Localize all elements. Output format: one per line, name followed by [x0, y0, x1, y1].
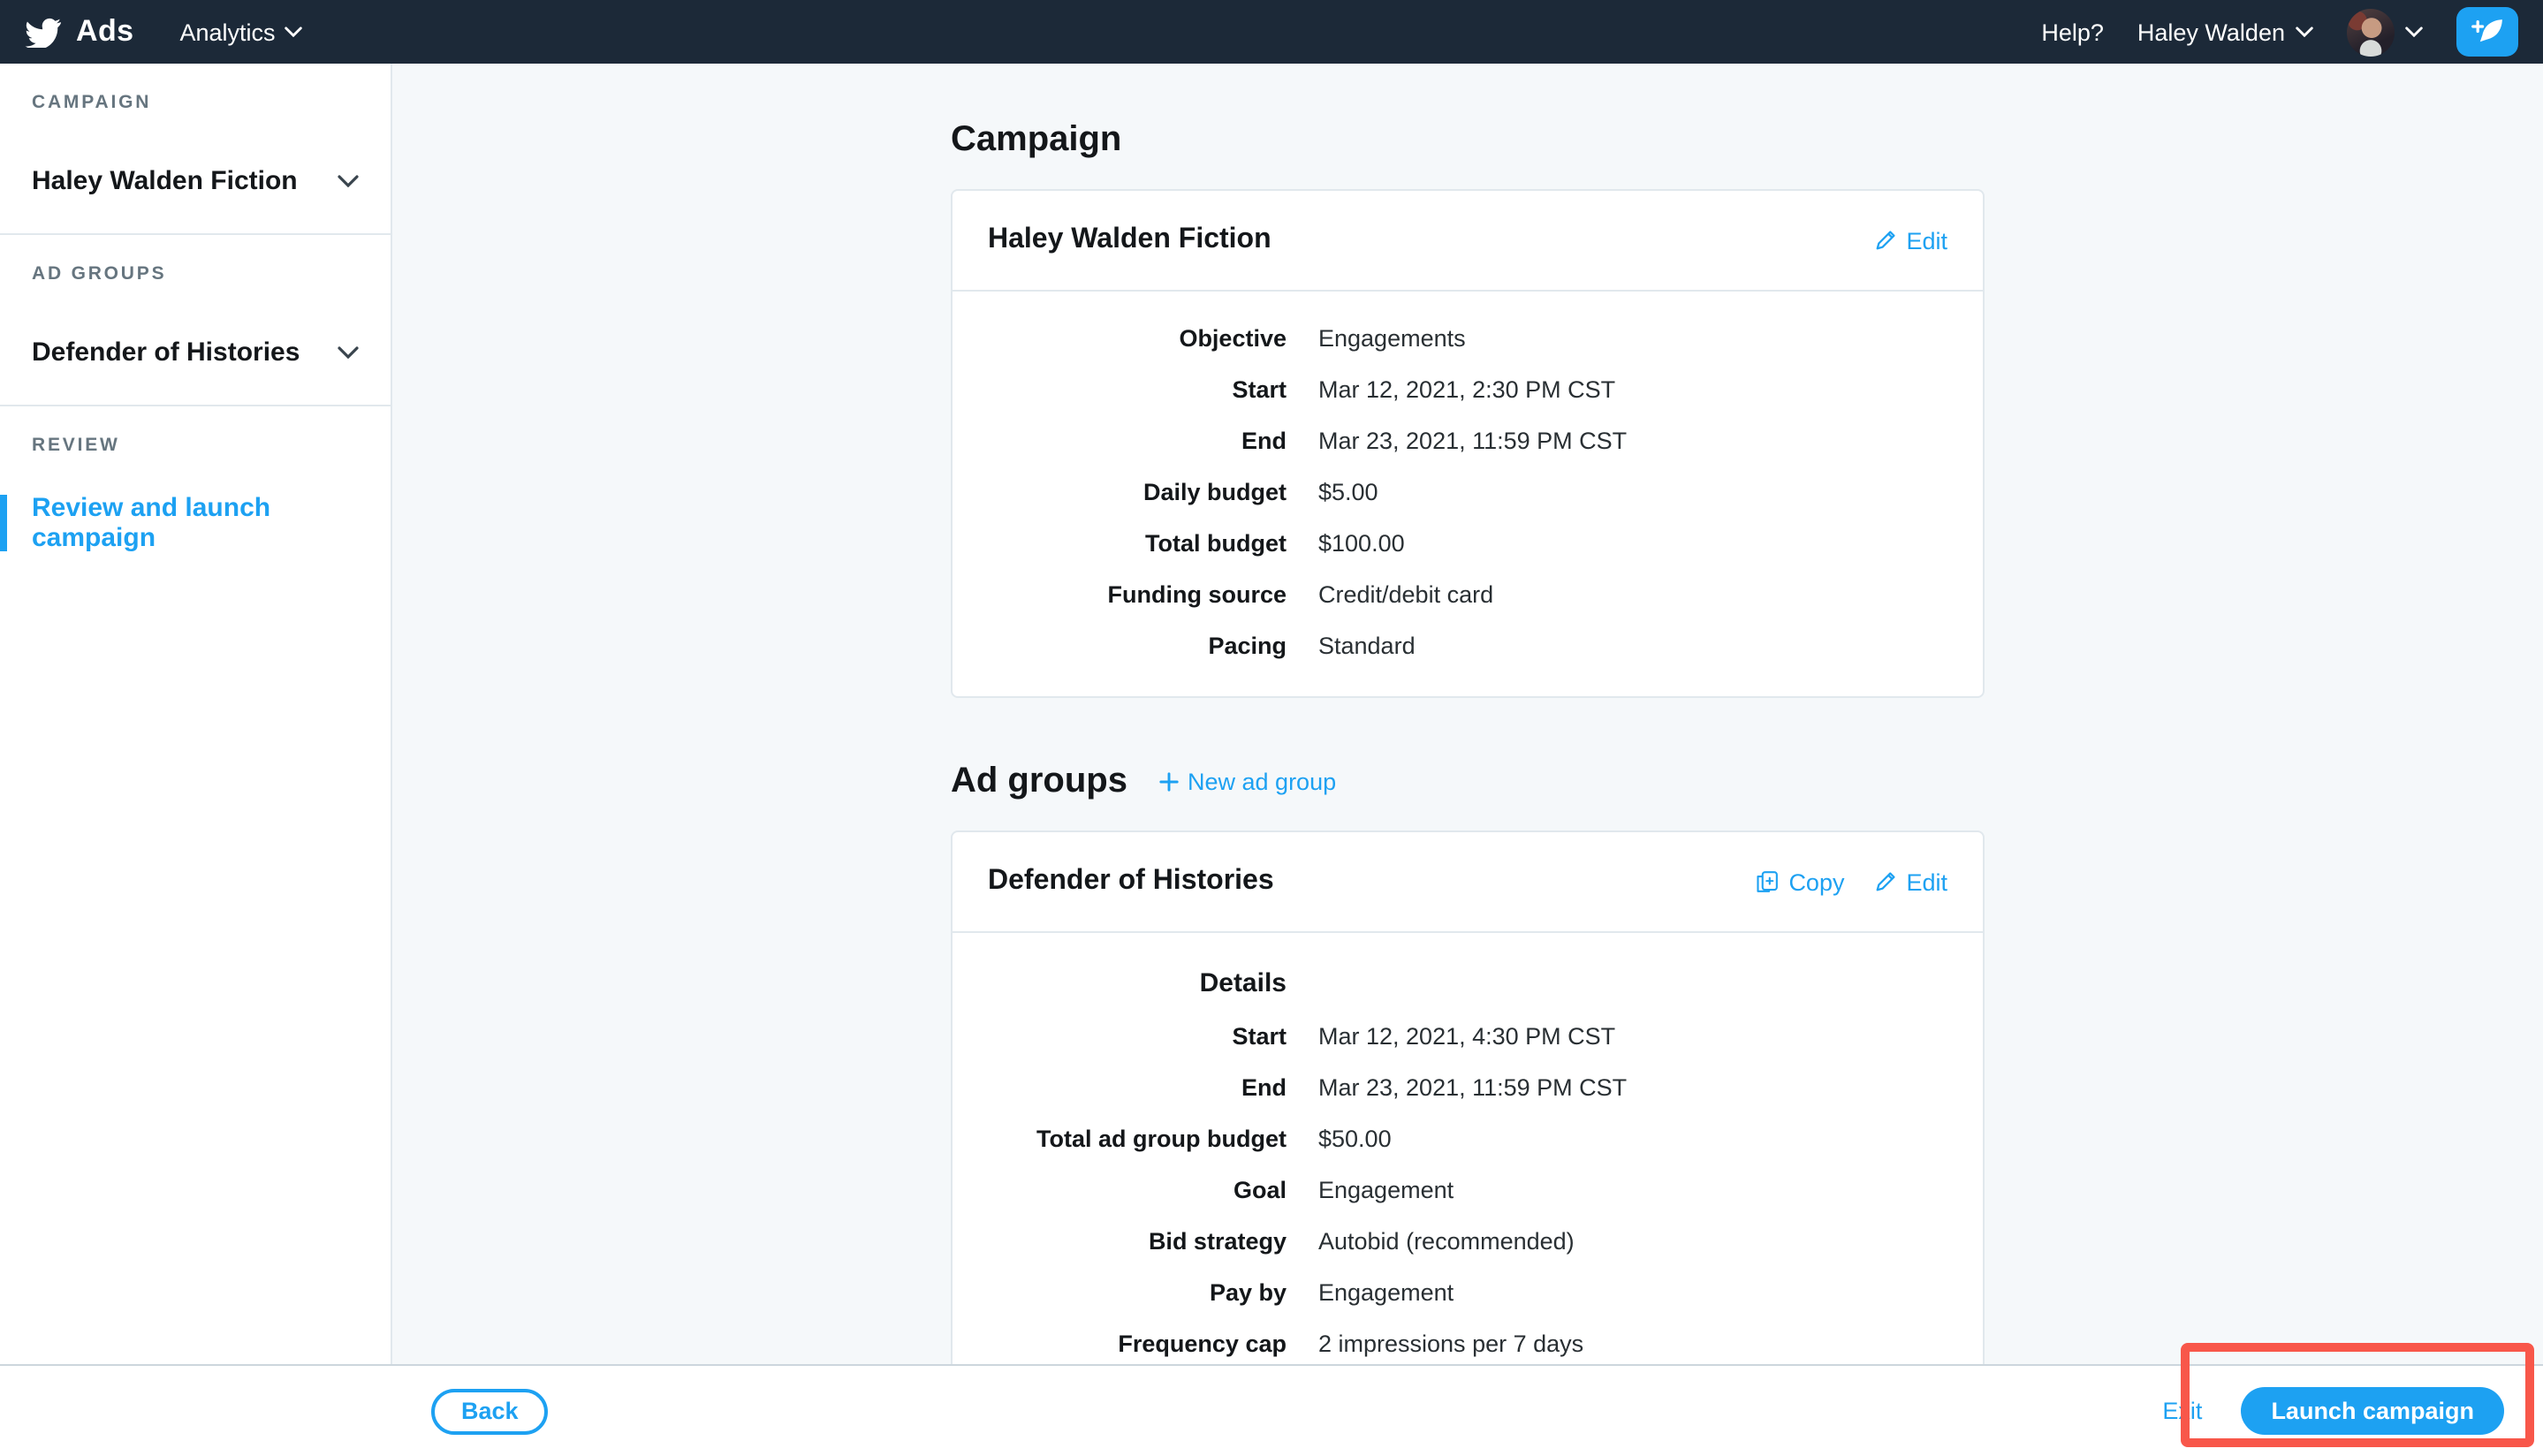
analytics-menu-label: Analytics — [179, 19, 275, 45]
sidebar-item-adgroup-name[interactable]: Defender of Histories — [0, 325, 391, 378]
adgroup-card: Defender of Histories Copy E — [951, 830, 1985, 1456]
compose-feather-icon — [2471, 17, 2504, 47]
sidebar-item-review-and-launch[interactable]: Review and launch campaign — [0, 497, 391, 550]
edit-campaign-button[interactable]: Edit — [1872, 227, 1947, 254]
topbar-right-group: Help? Haley Walden — [2041, 7, 2518, 57]
detail-row: Frequency cap2 impressions per 7 days — [953, 1318, 1983, 1369]
detail-row: StartMar 12, 2021, 4:30 PM CST — [953, 1011, 1983, 1062]
sidebar-section-review: REVIEW Review and launch campaign — [0, 406, 391, 576]
sidebar-item-campaign-name[interactable]: Haley Walden Fiction — [0, 154, 391, 207]
new-adgroup-label: New ad group — [1188, 769, 1336, 795]
detail-row: EndMar 23, 2021, 11:59 PM CST — [953, 1062, 1983, 1113]
detail-row: GoalEngagement — [953, 1164, 1983, 1216]
campaign-card-body: ObjectiveEngagements StartMar 12, 2021, … — [953, 292, 1983, 696]
chevron-down-icon — [338, 345, 359, 358]
active-indicator-bar — [0, 495, 7, 551]
detail-row: ObjectiveEngagements — [953, 313, 1983, 364]
edit-adgroup-button[interactable]: Edit — [1872, 868, 1947, 895]
ads-home-link[interactable]: Ads — [25, 14, 133, 49]
campaign-name-label: Haley Walden Fiction — [32, 165, 298, 195]
details-heading: Details — [953, 967, 1287, 997]
adgroup-name-label: Defender of Histories — [32, 337, 300, 367]
campaign-card-title: Haley Walden Fiction — [988, 224, 1272, 256]
chevron-down-icon — [338, 174, 359, 186]
chevron-down-icon — [285, 27, 302, 37]
detail-row: Funding sourceCredit/debit card — [953, 569, 1983, 620]
plus-icon — [1159, 772, 1179, 792]
brand-label: Ads — [76, 14, 133, 49]
adgroups-section-title: Ad groups — [951, 762, 1127, 802]
launch-campaign-button[interactable]: Launch campaign — [2241, 1387, 2504, 1435]
back-button[interactable]: Back — [431, 1388, 549, 1434]
twitter-bird-icon — [25, 17, 62, 47]
page-title: Campaign — [951, 120, 1985, 161]
profile-menu[interactable] — [2347, 8, 2423, 56]
twitter-ads-review-page: Ads Analytics Help? Haley Walden — [0, 0, 2543, 1456]
help-link[interactable]: Help? — [2041, 19, 2104, 45]
detail-row: PacingStandard — [953, 620, 1983, 671]
detail-row: StartMar 12, 2021, 2:30 PM CST — [953, 364, 1983, 415]
top-navigation-bar: Ads Analytics Help? Haley Walden — [0, 0, 2543, 64]
account-name-label: Haley Walden — [2137, 19, 2285, 45]
edit-pencil-icon — [1872, 869, 1897, 894]
sidebar-review-header: REVIEW — [0, 435, 391, 456]
adgroup-card-header: Defender of Histories Copy E — [953, 832, 1983, 933]
adgroups-heading-row: Ad groups New ad group — [951, 762, 1985, 802]
copy-adgroup-button[interactable]: Copy — [1755, 868, 1844, 895]
exit-link[interactable]: Exit — [2162, 1398, 2202, 1424]
new-adgroup-button[interactable]: New ad group — [1159, 769, 1336, 795]
chevron-down-icon — [2405, 27, 2423, 37]
copy-label: Copy — [1788, 868, 1844, 895]
bottom-action-bar: Back Exit Launch campaign — [0, 1364, 2543, 1456]
compose-tweet-button[interactable] — [2456, 7, 2518, 57]
chevron-down-icon — [2296, 27, 2313, 37]
adgroup-card-title: Defender of Histories — [988, 866, 1274, 898]
detail-row: Pay byEngagement — [953, 1267, 1983, 1318]
detail-row: Daily budget$5.00 — [953, 466, 1983, 518]
campaign-card: Haley Walden Fiction Edit ObjectiveEngag… — [951, 189, 1985, 698]
analytics-menu[interactable]: Analytics — [179, 19, 301, 45]
copy-duplicate-icon — [1755, 869, 1780, 894]
avatar — [2347, 8, 2395, 56]
campaign-card-header: Haley Walden Fiction Edit — [953, 191, 1983, 292]
detail-row: Total ad group budget$50.00 — [953, 1113, 1983, 1164]
detail-row: EndMar 23, 2021, 11:59 PM CST — [953, 415, 1983, 466]
account-menu[interactable]: Haley Walden — [2137, 19, 2313, 45]
edit-label: Edit — [1906, 868, 1947, 895]
sidebar-adgroups-header: AD GROUPS — [0, 263, 391, 284]
sidebar-section-adgroups: AD GROUPS Defender of Histories — [0, 235, 391, 406]
details-heading-row: Details — [953, 954, 1983, 1011]
review-link-label: Review and launch campaign — [32, 493, 359, 553]
sidebar-campaign-header: CAMPAIGN — [0, 92, 391, 113]
detail-row: Bid strategyAutobid (recommended) — [953, 1216, 1983, 1267]
sidebar: CAMPAIGN Haley Walden Fiction AD GROUPS … — [0, 64, 392, 1456]
main-content: Campaign Haley Walden Fiction Edit — [392, 64, 2543, 1456]
detail-row: Total budget$100.00 — [953, 518, 1983, 569]
sidebar-section-campaign: CAMPAIGN Haley Walden Fiction — [0, 64, 391, 235]
edit-label: Edit — [1906, 227, 1947, 254]
edit-pencil-icon — [1872, 228, 1897, 253]
